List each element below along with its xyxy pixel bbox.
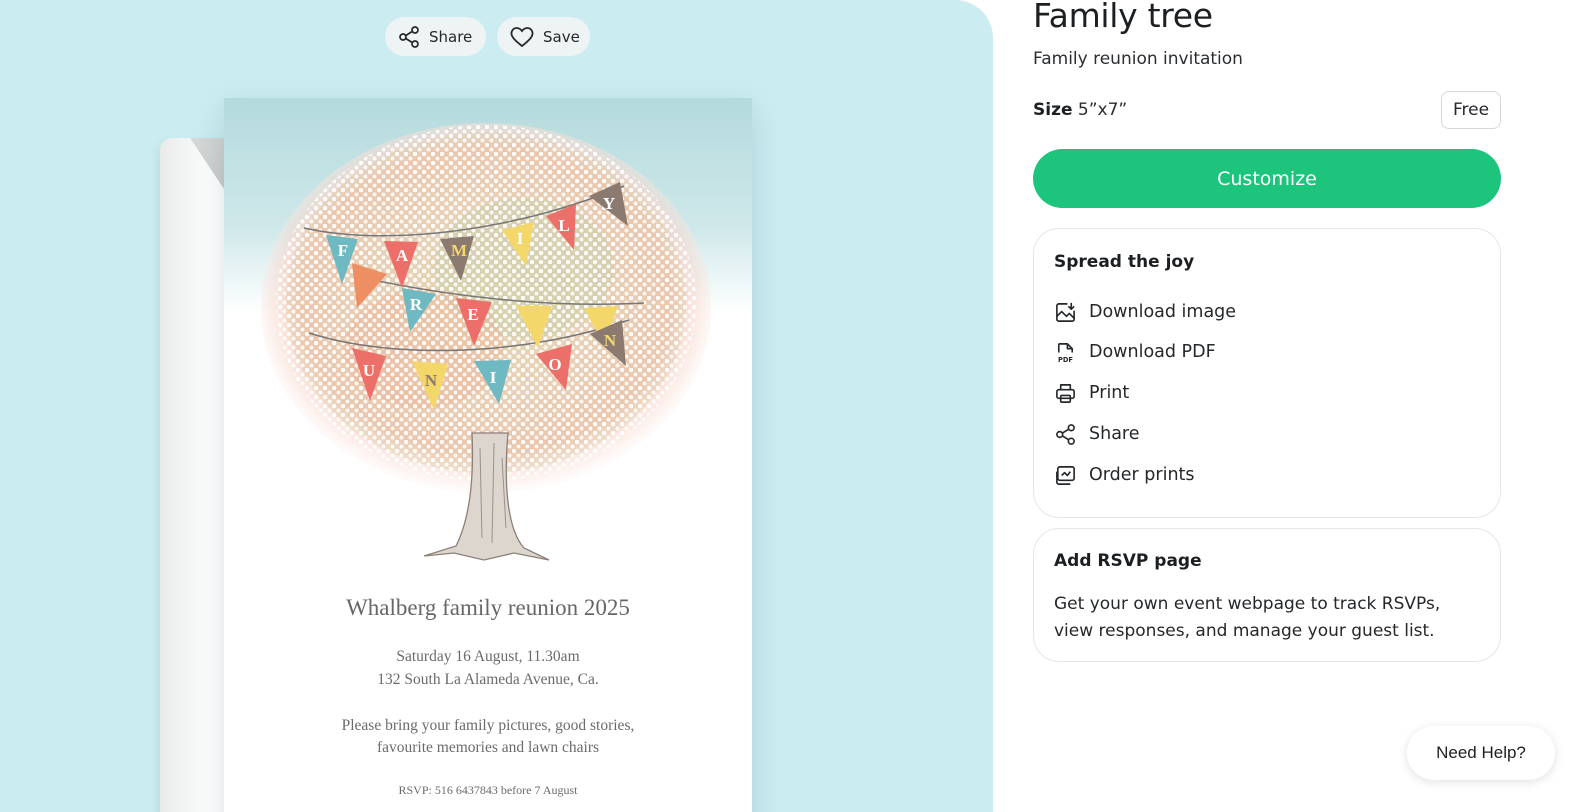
banner-letter: A [396, 246, 409, 265]
save-pill-label: Save [543, 27, 580, 46]
card-message-line: Please bring your family pictures, good … [341, 717, 635, 734]
download-pdf-label: Download PDF [1089, 342, 1216, 362]
share-pill-label: Share [429, 27, 473, 46]
spread-the-joy-panel: Spread the joy Download image PDF Downlo… [1033, 228, 1501, 518]
order-prints-icon [1054, 464, 1077, 487]
price-badge: Free [1441, 91, 1501, 129]
family-tree-illustration: F A M I L Y R E U N I O N [261, 123, 711, 561]
printer-icon [1054, 382, 1077, 405]
pdf-icon: PDF [1054, 341, 1077, 364]
save-pill-button[interactable]: Save [497, 17, 590, 56]
share-icon [1054, 423, 1077, 446]
rsvp-heading: Add RSVP page [1054, 551, 1202, 571]
spread-the-joy-heading: Spread the joy [1054, 252, 1195, 272]
size-info: Size 5”x7” [1033, 100, 1127, 120]
card-event-date: Saturday 16 August, 11.30am [396, 648, 580, 665]
banner-letter: M [451, 241, 467, 260]
order-prints-action[interactable]: Order prints [1054, 460, 1195, 490]
banner-letter: N [425, 371, 438, 390]
size-label: Size [1033, 100, 1073, 120]
download-image-icon [1054, 301, 1077, 324]
banner-letter: F [338, 241, 348, 260]
share-pill-button[interactable]: Share [385, 17, 486, 56]
print-label: Print [1089, 383, 1130, 403]
page-title: Family tree [1033, 0, 1213, 35]
banner-letter: O [548, 355, 561, 374]
banner-letter: I [517, 229, 524, 248]
card-message-line: favourite memories and lawn chairs [376, 739, 600, 756]
download-image-label: Download image [1089, 302, 1237, 322]
page-subtitle: Family reunion invitation [1033, 49, 1243, 69]
order-prints-label: Order prints [1089, 465, 1195, 485]
share-action[interactable]: Share [1054, 419, 1140, 449]
print-action[interactable]: Print [1054, 378, 1129, 408]
banner-letter: U [363, 361, 375, 380]
rsvp-description: Get your own event webpage to track RSVP… [1054, 594, 1441, 641]
heart-icon [509, 25, 535, 49]
banner-letter: I [490, 368, 497, 387]
card-rsvp-line: RSVP: 516 6437843 before 7 August [398, 783, 578, 797]
card-event-title: Whalberg family reunion 2025 [346, 595, 630, 620]
banner-letter: L [558, 216, 569, 235]
customize-button[interactable]: Customize [1033, 149, 1501, 208]
card-event-address: 132 South La Alameda Avenue, Ca. [377, 671, 599, 688]
rsvp-panel[interactable]: Add RSVP page Get your own event webpage… [1033, 528, 1501, 662]
share-icon [397, 25, 421, 49]
invitation-card[interactable]: F A M I L Y R E U N I O N Whalberg famil… [224, 98, 752, 812]
card-preview-panel: Share Save F A M I L Y R E U N I O N Wha… [0, 0, 993, 812]
download-pdf-action[interactable]: PDF Download PDF [1054, 337, 1216, 367]
banner-letter: R [410, 295, 423, 314]
svg-text:PDF: PDF [1058, 356, 1073, 364]
download-image-action[interactable]: Download image [1054, 297, 1236, 327]
need-help-button[interactable]: Need Help? [1407, 726, 1555, 780]
banner-letter: N [604, 331, 617, 350]
size-value: 5”x7” [1077, 100, 1128, 120]
banner-letter: E [467, 305, 478, 324]
share-label: Share [1089, 424, 1140, 444]
banner-letter: Y [603, 194, 615, 213]
